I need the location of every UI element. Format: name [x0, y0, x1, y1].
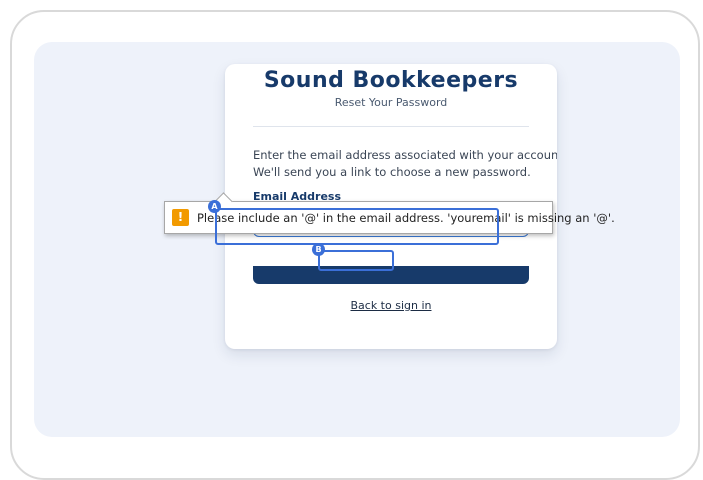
marker-b: B — [312, 243, 325, 256]
instructions-line-1: Enter the email address associated with … — [253, 148, 557, 162]
instructions-line-2: We'll send you a link to choose a new pa… — [253, 165, 531, 179]
marker-a: A — [208, 200, 221, 213]
instructions-text: Enter the email address associated with … — [253, 147, 557, 181]
divider — [253, 126, 529, 127]
validation-tooltip: ! Please include an '@' in the email add… — [164, 192, 615, 234]
warning-icon: ! — [172, 209, 189, 226]
validation-message: Please include an '@' in the email addre… — [197, 210, 615, 225]
send-reset-link-button[interactable] — [253, 266, 529, 284]
page-subtitle: Reset Your Password — [334, 96, 448, 109]
back-to-sign-in-link[interactable]: Back to sign in — [225, 299, 557, 312]
brand-title: Sound Bookkeepers — [263, 68, 519, 93]
page-background: Sound Bookkeepers Reset Your Password En… — [34, 42, 680, 437]
